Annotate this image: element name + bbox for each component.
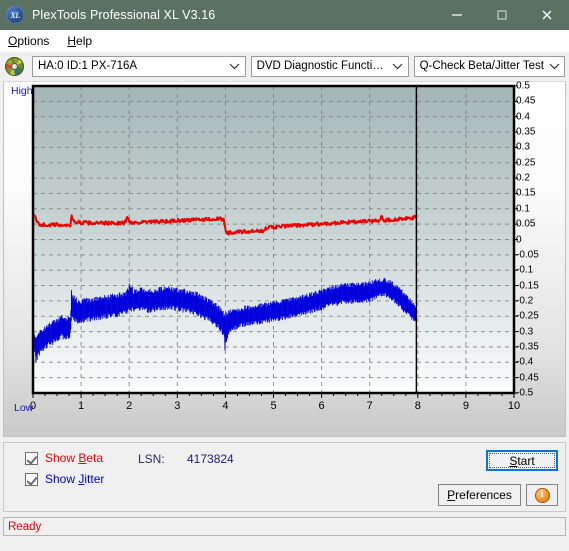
lsn-value: 4173824 xyxy=(187,452,234,466)
preferences-button[interactable]: Preferences xyxy=(438,484,521,506)
show-jitter-checkbox[interactable] xyxy=(25,472,38,486)
show-beta-label: Show Beta xyxy=(45,451,104,465)
chevron-down-icon[interactable] xyxy=(225,57,245,76)
y-tick-label: -0.2 xyxy=(516,295,534,307)
y-tick-label: -0.1 xyxy=(516,264,534,276)
x-tick-label: 10 xyxy=(507,400,521,412)
status-bar: Ready xyxy=(3,517,566,536)
y-tick-label: -0.35 xyxy=(516,341,539,353)
menu-item-options[interactable]: Options xyxy=(8,34,49,48)
y-tick-label: 0 xyxy=(516,234,522,245)
beta-jitter-plot xyxy=(31,84,518,398)
y-tick-label: 0.5 xyxy=(516,80,530,92)
x-tick-label: 2 xyxy=(126,400,133,412)
x-tick-label: 1 xyxy=(78,400,85,412)
close-icon[interactable] xyxy=(524,0,569,30)
title-bar: XL PlexTools Professional XL V3.16 xyxy=(0,0,569,30)
y-tick-label: 0.2 xyxy=(516,172,530,184)
maximize-icon[interactable] xyxy=(479,0,524,30)
x-tick-label: 6 xyxy=(318,400,325,412)
x-tick-label: 0 xyxy=(29,400,37,412)
y-tick-label: 0.25 xyxy=(516,157,536,169)
function-select-value: DVD Diagnostic Functions xyxy=(256,60,388,72)
show-beta-checkbox-row[interactable]: Show Beta xyxy=(25,451,103,465)
y-tick-label: -0.45 xyxy=(516,372,539,384)
y-tick-label: 0.4 xyxy=(516,111,530,123)
minimize-icon[interactable] xyxy=(434,0,479,30)
menu-bar: Options Help xyxy=(0,30,569,52)
y-tick-label: -0.3 xyxy=(516,326,534,338)
menu-item-options-label: ptions xyxy=(17,34,50,48)
function-select[interactable]: DVD Diagnostic Functions xyxy=(250,55,409,77)
chart-panel: High Low 0.5 0.45 0.4 0.35 0.3 0.25 0.2 0.15 0.1… xyxy=(3,81,566,437)
disc-icon xyxy=(5,56,24,76)
y-tick-label: -0.4 xyxy=(516,356,534,368)
x-tick-label: 7 xyxy=(366,400,373,412)
window-title: PlexTools Professional XL V3.16 xyxy=(32,8,216,22)
toolbar: HA:0 ID:1 PX-716A DVD Diagnostic Functio… xyxy=(0,52,569,80)
app-logo-icon: XL xyxy=(6,6,24,24)
chevron-down-icon[interactable] xyxy=(388,57,408,76)
chart-area: High Low 0.5 0.45 0.4 0.35 0.3 0.25 0.2 0.15 0.1… xyxy=(4,80,565,436)
y-tick-label: -0.15 xyxy=(516,280,539,292)
menu-item-help-label: elp xyxy=(76,34,93,48)
y-tick-label: -0.5 xyxy=(516,387,534,399)
x-tick-label: 3 xyxy=(174,400,181,412)
lsn-label: LSN: xyxy=(138,452,165,466)
preferences-button-label: Preferences xyxy=(447,488,512,502)
info-button[interactable]: i xyxy=(526,484,558,506)
show-jitter-checkbox-row[interactable]: Show Jitter xyxy=(25,472,104,486)
controls-panel: Show Beta Show Jitter LSN: 4173824 Start… xyxy=(3,442,566,512)
x-tick-label: 5 xyxy=(270,400,277,412)
y-tick-label: -0.25 xyxy=(516,310,539,322)
start-button[interactable]: Start xyxy=(486,450,558,471)
plextools-window: XL PlexTools Professional XL V3.16 Optio… xyxy=(0,0,569,551)
status-text: Ready xyxy=(8,520,42,533)
window-controls xyxy=(434,0,569,30)
x-tick-label: 9 xyxy=(462,400,469,412)
drive-select-value: HA:0 ID:1 PX-716A xyxy=(38,60,138,72)
test-select-value: Q-Check Beta/Jitter Test xyxy=(419,60,544,72)
test-select[interactable]: Q-Check Beta/Jitter Test xyxy=(413,55,565,77)
info-icon: i xyxy=(534,487,550,503)
y-tick-label: 0.15 xyxy=(516,187,536,199)
y-tick-label: 0.05 xyxy=(516,218,536,230)
start-button-label: Start xyxy=(489,453,555,468)
y-tick-label: 0.35 xyxy=(516,126,536,138)
x-tick-label: 4 xyxy=(222,400,229,412)
drive-select[interactable]: HA:0 ID:1 PX-716A xyxy=(32,55,246,77)
menu-item-help[interactable]: Help xyxy=(67,34,92,48)
y-tick-label: 0.3 xyxy=(516,141,530,153)
y-tick-label: 0.45 xyxy=(516,95,536,107)
x-tick-label: 8 xyxy=(414,400,421,412)
chevron-down-icon[interactable] xyxy=(544,57,564,76)
y-tick-label: 0.1 xyxy=(516,203,530,215)
show-beta-checkbox[interactable] xyxy=(25,451,38,465)
show-jitter-label: Show Jitter xyxy=(45,472,105,486)
y-tick-label: -0.05 xyxy=(516,249,539,261)
